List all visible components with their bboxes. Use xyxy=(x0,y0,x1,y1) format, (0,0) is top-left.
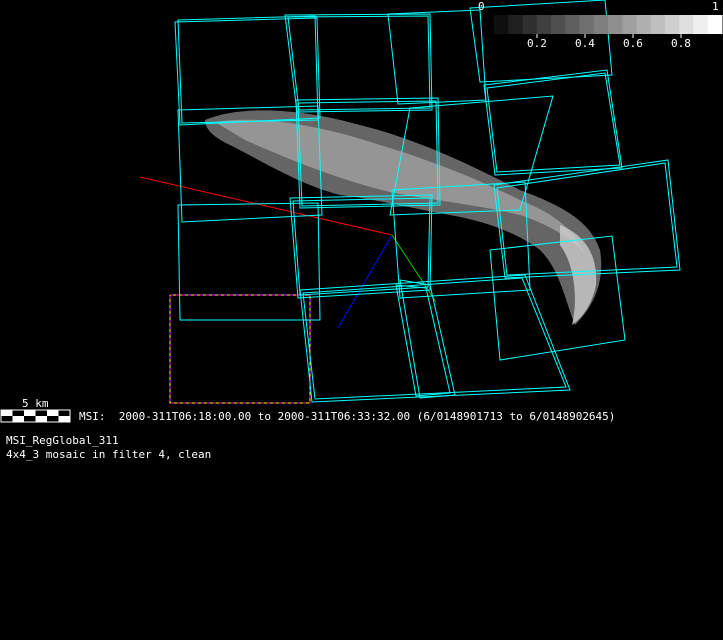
footprint-outline xyxy=(292,197,431,296)
colorbar-tick-label: 0.2 xyxy=(527,37,547,50)
footprint-outline xyxy=(486,72,621,173)
dashed-box xyxy=(169,294,311,404)
mosaic-description: 4x4_3 mosaic in filter 4, clean xyxy=(6,448,212,461)
colorbar-swatch xyxy=(650,15,666,34)
colorbar-swatch xyxy=(622,15,637,34)
colorbar-swatch xyxy=(693,15,709,34)
colorbar-swatch xyxy=(579,15,595,34)
colorbar-swatch xyxy=(636,15,652,34)
footprint-outline xyxy=(284,13,433,113)
scale-bar-segment xyxy=(12,410,24,416)
colorbar-swatch xyxy=(494,15,509,34)
footprint-outline xyxy=(387,9,487,105)
scale-bar-segment xyxy=(47,410,59,416)
scale-bar-segment xyxy=(24,416,36,422)
scale-bar-segment xyxy=(35,410,47,416)
colorbar-max-label: 1 xyxy=(712,0,719,13)
footprint-outline xyxy=(299,274,571,403)
footprint-outline xyxy=(287,15,431,111)
scale-bar-segment xyxy=(1,416,13,422)
colorbar-swatch xyxy=(536,15,552,34)
scale-bar-segment xyxy=(58,416,70,422)
msi-mosaic-viewer: 0 1 0.2 0.4 0.6 0.8 5 km MSI: 2000-311T0… xyxy=(0,0,723,640)
scale-bar-segment xyxy=(58,410,70,416)
colorbar-tick-label: 0.8 xyxy=(671,37,691,50)
mosaic-name: MSI_RegGlobal_311 xyxy=(6,434,119,447)
scale-bar-segment xyxy=(1,410,13,416)
scale-bar-label: 5 km xyxy=(22,397,49,410)
colorbar-swatch xyxy=(508,15,523,34)
colorbar-swatch xyxy=(565,15,580,34)
colorbar-tick-label: 0.4 xyxy=(575,37,595,50)
colorbar-swatch xyxy=(707,15,723,34)
time-range-text: MSI: 2000-311T06:18:00.00 to 2000-311T06… xyxy=(79,410,616,423)
footprint-outline xyxy=(177,202,321,321)
scale-bar-segment xyxy=(12,416,24,422)
scale-bar-segment xyxy=(47,416,59,422)
3d-scene xyxy=(0,0,723,423)
colorbar-swatch xyxy=(551,15,566,34)
colorbar-swatch xyxy=(522,15,538,34)
colorbar-swatch xyxy=(608,15,623,34)
colorbar-min-label: 0 xyxy=(478,0,485,13)
colorbar-swatch xyxy=(665,15,680,34)
colorbar-swatch xyxy=(679,15,694,34)
colorbar-swatch xyxy=(593,15,609,34)
scale-bar-segment xyxy=(35,416,47,422)
scale-bar xyxy=(0,409,71,423)
scale-bar-segment xyxy=(24,410,36,416)
colorbar-tick-label: 0.6 xyxy=(623,37,643,50)
